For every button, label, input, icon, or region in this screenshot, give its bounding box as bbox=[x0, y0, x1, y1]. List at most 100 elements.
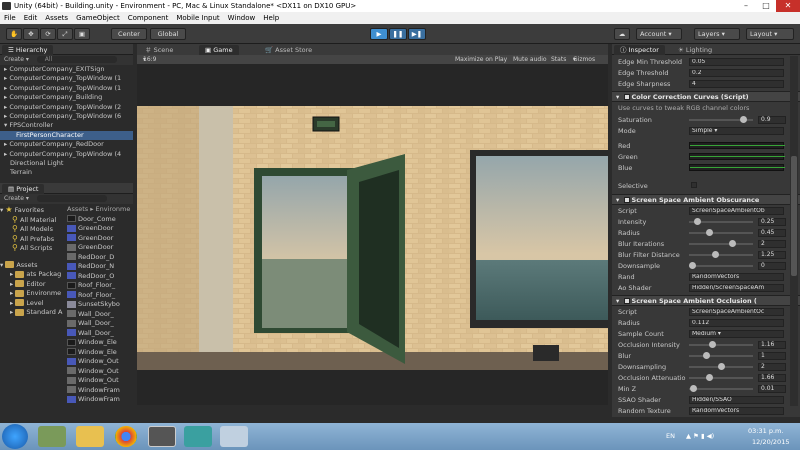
blur-filter-distance-slider[interactable] bbox=[689, 251, 753, 258]
ssao-header[interactable]: ▾ Screen Space Ambient Occlusion ( bbox=[612, 295, 800, 306]
asset-file[interactable]: RedDoor_D bbox=[67, 253, 133, 263]
menu-file[interactable]: File bbox=[4, 14, 16, 22]
hierarchy-item[interactable]: ▾ FPSController bbox=[0, 121, 133, 130]
asset-file[interactable]: RedDoor_N bbox=[67, 262, 133, 272]
chrome-icon[interactable] bbox=[115, 426, 137, 447]
asset-file[interactable]: Wall_Door_ bbox=[67, 329, 133, 339]
slider-knob[interactable] bbox=[711, 251, 719, 258]
blur-input[interactable]: 1 bbox=[758, 352, 786, 360]
saturation-input[interactable]: 0.9 bbox=[758, 116, 786, 124]
rect-tool-icon[interactable]: ▣ bbox=[74, 28, 90, 40]
slider-knob[interactable] bbox=[703, 352, 711, 359]
windows-start-icon[interactable] bbox=[2, 424, 28, 449]
asset-file[interactable]: GreenDoor bbox=[67, 224, 133, 234]
assets-header[interactable]: ▾ Assets bbox=[0, 261, 66, 271]
menu-gameobject[interactable]: GameObject bbox=[76, 14, 120, 22]
maximize-on-play-toggle[interactable]: Maximize on Play bbox=[455, 55, 507, 64]
app-taskbar-icon[interactable] bbox=[184, 426, 212, 447]
tab-game[interactable]: ▣ Game bbox=[199, 45, 239, 55]
hierarchy-item-selected[interactable]: FirstPersonCharacter bbox=[0, 130, 133, 141]
move-tool-icon[interactable]: ✥ bbox=[23, 28, 39, 40]
play-button[interactable]: ▶ bbox=[370, 28, 388, 40]
favorite-item[interactable]: ⚲ All Material bbox=[0, 215, 66, 225]
favorite-item[interactable]: ⚲ All Prefabs bbox=[0, 234, 66, 244]
asset-folder[interactable]: ▸ Standard A bbox=[0, 308, 66, 318]
component-enable-checkbox[interactable] bbox=[623, 298, 630, 304]
color-correction-header[interactable]: ▾ Color Correction Curves (Script) bbox=[612, 91, 800, 102]
asset-file[interactable]: RedDoor_O bbox=[67, 272, 133, 282]
edge-sharpness-input[interactable]: 4 bbox=[689, 80, 784, 88]
hierarchy-search-input[interactable]: All bbox=[36, 56, 117, 63]
slider-knob[interactable] bbox=[717, 363, 725, 370]
hierarchy-item[interactable]: ▸ ComputerCompany_EXITSign bbox=[0, 65, 133, 74]
account-dropdown[interactable]: Account ▾ bbox=[636, 28, 682, 40]
radius-input[interactable]: 0.112 bbox=[689, 319, 784, 327]
file-explorer-icon[interactable] bbox=[76, 426, 104, 447]
game-viewport[interactable] bbox=[137, 64, 608, 405]
min-z-input[interactable]: 0.01 bbox=[758, 385, 786, 393]
slider-knob[interactable] bbox=[728, 240, 736, 247]
tab-asset-store[interactable]: 🛒 Asset Store bbox=[259, 45, 318, 55]
sample-count-dropdown[interactable]: Medium ▾ bbox=[689, 330, 784, 338]
hierarchy-item[interactable]: Terrain bbox=[0, 168, 133, 177]
saturation-slider[interactable] bbox=[689, 116, 753, 123]
slider-knob[interactable] bbox=[740, 116, 748, 123]
asset-file[interactable]: GreenDoor bbox=[67, 234, 133, 244]
project-search-input[interactable] bbox=[36, 195, 107, 202]
slider-knob[interactable] bbox=[690, 385, 698, 392]
tab-inspector[interactable]: ⓘ Inspector bbox=[614, 45, 665, 55]
slider-knob[interactable] bbox=[706, 374, 714, 381]
hierarchy-create-button[interactable]: Create bbox=[4, 56, 24, 63]
occlusion-intensity-slider[interactable] bbox=[689, 341, 753, 348]
occlusion-attenuation-input[interactable]: 1.66 bbox=[758, 374, 786, 382]
slider-knob[interactable] bbox=[689, 262, 696, 269]
maximize-icon[interactable]: □ bbox=[756, 0, 776, 12]
photos-app-icon[interactable] bbox=[38, 426, 66, 447]
menu-window[interactable]: Window bbox=[228, 14, 256, 22]
radius-input[interactable]: 0.45 bbox=[758, 229, 786, 237]
downsample-input[interactable]: 0 bbox=[758, 262, 786, 270]
scrollbar-thumb[interactable] bbox=[791, 156, 797, 276]
asset-file[interactable]: GreenDoor bbox=[67, 243, 133, 253]
layers-dropdown[interactable]: Layers ▾ bbox=[694, 28, 740, 40]
hierarchy-item[interactable]: ▸ ComputerCompany_RedDoor bbox=[0, 140, 133, 149]
project-breadcrumb[interactable]: Assets ▸ Environme bbox=[67, 205, 133, 215]
tab-lighting[interactable]: ☀ Lighting bbox=[672, 45, 718, 55]
downsample-slider[interactable] bbox=[689, 262, 753, 269]
asset-folder[interactable]: ▸ ats Packag bbox=[0, 270, 66, 280]
gizmos-dropdown[interactable]: Gizmos ▾ bbox=[573, 55, 595, 64]
asset-file[interactable]: WindowFram bbox=[67, 386, 133, 396]
project-create-button[interactable]: Create bbox=[4, 195, 24, 202]
paint-icon[interactable] bbox=[220, 426, 248, 447]
space-global-toggle[interactable]: Global bbox=[150, 28, 186, 40]
mode-dropdown[interactable]: Simple ▾ bbox=[689, 127, 784, 135]
asset-file[interactable]: Window_Ele bbox=[67, 338, 133, 348]
ssao-shader-field[interactable]: Hidden/SSAO bbox=[689, 396, 784, 404]
asset-file[interactable]: Wall_Door_ bbox=[67, 319, 133, 329]
asset-file[interactable]: Window_Out bbox=[67, 357, 133, 367]
asset-folder[interactable]: ▸ Editor bbox=[0, 280, 66, 290]
asset-file[interactable]: Window_Out bbox=[67, 376, 133, 386]
hierarchy-item[interactable]: ▸ ComputerCompany_TopWindow (1 bbox=[0, 84, 133, 93]
radius-slider[interactable] bbox=[689, 229, 753, 236]
hierarchy-item[interactable]: ▸ ComputerCompany_TopWindow (4 bbox=[0, 150, 133, 159]
hand-tool-icon[interactable]: ✋ bbox=[6, 28, 22, 40]
intensity-slider[interactable] bbox=[689, 218, 753, 225]
downsampling-input[interactable]: 2 bbox=[758, 363, 786, 371]
asset-file[interactable]: Window_Out bbox=[67, 367, 133, 377]
asset-file[interactable]: SunsetSkybo bbox=[67, 300, 133, 310]
occlusion-intensity-input[interactable]: 1.16 bbox=[758, 341, 786, 349]
clock-date[interactable]: 12/20/2015 bbox=[752, 438, 789, 446]
aspect-dropdown[interactable]: 16:9 ▾ bbox=[143, 55, 156, 64]
blur-iterations-input[interactable]: 2 bbox=[758, 240, 786, 248]
minimize-icon[interactable]: – bbox=[736, 0, 756, 12]
tab-project[interactable]: ▤ Project bbox=[2, 184, 45, 194]
green-curve-field[interactable] bbox=[689, 153, 785, 160]
menu-mobile-input[interactable]: Mobile Input bbox=[176, 14, 219, 22]
scale-tool-icon[interactable]: ⤢ bbox=[57, 28, 73, 40]
hierarchy-item[interactable]: ▸ ComputerCompany_TopWindow (2 bbox=[0, 103, 133, 112]
blur-filter-distance-input[interactable]: 1.25 bbox=[758, 251, 786, 259]
intensity-input[interactable]: 0.25 bbox=[758, 218, 786, 226]
blue-curve-field[interactable] bbox=[689, 164, 785, 171]
pause-button[interactable]: ❚❚ bbox=[389, 28, 407, 40]
